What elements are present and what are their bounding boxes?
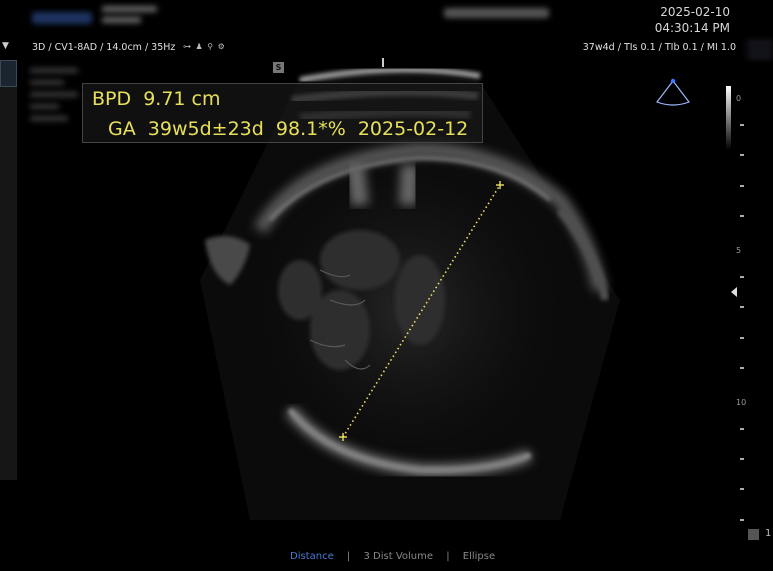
bpd-measurement: BPD 9.71 cm	[92, 88, 221, 110]
probe-orientation-icon	[656, 78, 690, 106]
menu-item-3-dist-volume[interactable]: 3 Dist Volume	[363, 551, 433, 562]
right-thumbnail-strip	[747, 41, 773, 81]
depth-tick	[740, 488, 744, 490]
image-select-checkbox[interactable]	[748, 529, 759, 540]
gestational-age-measurement: GA 39w5d±23d 98.1*% 2025-02-12	[108, 118, 469, 140]
menu-item-ellipse[interactable]: Ellipse	[463, 551, 495, 562]
depth-label: 0	[736, 94, 742, 103]
depth-tick	[740, 337, 744, 339]
s-marker-label: S	[273, 62, 284, 73]
grayscale-bar	[726, 86, 731, 150]
depth-tick	[740, 428, 744, 430]
checkbox-label: 1	[765, 528, 772, 539]
depth-tick	[740, 154, 744, 156]
measurement-menu: Distance | 3 Dist Volume | Ellipse	[290, 551, 505, 562]
depth-tick	[740, 306, 744, 308]
depth-tick	[740, 185, 744, 187]
depth-label: 5	[736, 246, 742, 255]
depth-label: 10	[736, 398, 747, 407]
focus-marker-icon[interactable]	[731, 287, 737, 297]
center-line-marker	[382, 58, 384, 67]
menu-divider: |	[446, 551, 450, 562]
depth-tick	[740, 215, 744, 217]
depth-tick	[740, 367, 744, 369]
depth-tick	[740, 519, 744, 521]
depth-scale: 0 5 10	[736, 88, 756, 528]
depth-tick	[740, 276, 744, 278]
depth-tick	[740, 458, 744, 460]
depth-tick	[740, 124, 744, 126]
menu-item-distance[interactable]: Distance	[290, 551, 334, 562]
menu-divider: |	[346, 551, 351, 562]
